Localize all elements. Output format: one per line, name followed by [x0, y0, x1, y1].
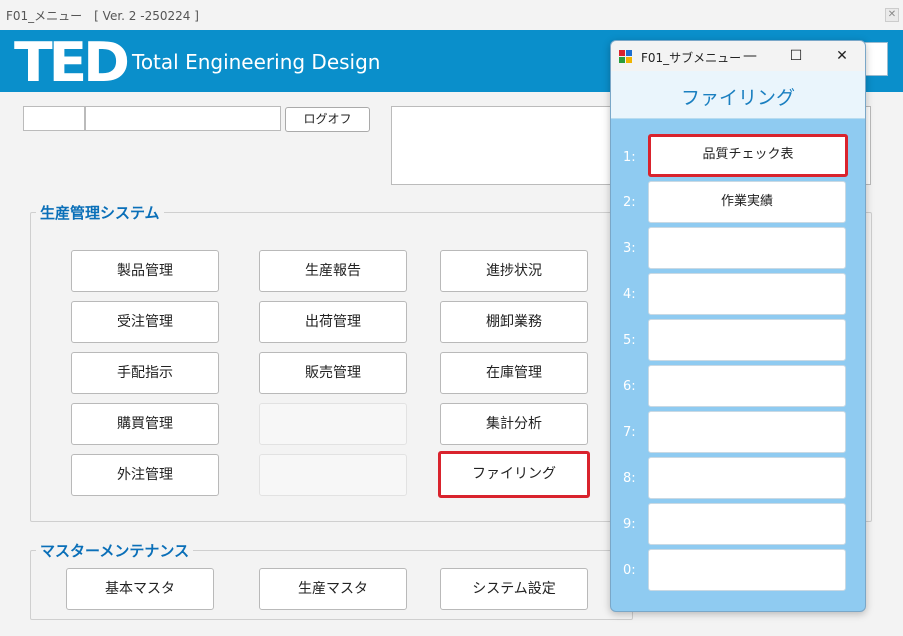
production-group-label: 生産管理システム: [36, 202, 164, 223]
row-number: 6:: [623, 379, 636, 394]
submenu-empty-button-7[interactable]: [648, 411, 846, 453]
submenu-heading: ファイリング: [680, 87, 795, 109]
app-icon: [619, 50, 632, 63]
submenu-empty-button-9[interactable]: [648, 503, 846, 545]
row-number: 2:: [623, 195, 636, 210]
brand-tagline: Total Engineering Design: [132, 50, 381, 74]
aggregate-analysis-button[interactable]: 集計分析: [440, 403, 588, 445]
close-icon[interactable]: ✕: [885, 8, 899, 22]
submenu-titlebar: F01_サブメニュー — ☐ ✕: [611, 41, 865, 71]
submenu-empty-button-8[interactable]: [648, 457, 846, 499]
shipping-management-button[interactable]: 出荷管理: [259, 301, 407, 343]
inventory-count-button[interactable]: 棚卸業務: [440, 301, 588, 343]
user-code-field[interactable]: [23, 106, 85, 131]
minimize-icon[interactable]: —: [739, 46, 761, 66]
submenu-empty-button-6[interactable]: [648, 365, 846, 407]
row-number: 0:: [623, 563, 636, 578]
production-master-button[interactable]: 生産マスタ: [259, 568, 407, 610]
sales-management-button[interactable]: 販売管理: [259, 352, 407, 394]
row-number: 8:: [623, 471, 636, 486]
stock-management-button[interactable]: 在庫管理: [440, 352, 588, 394]
system-settings-button[interactable]: システム設定: [440, 568, 588, 610]
close-icon[interactable]: ✕: [831, 46, 853, 66]
window-title: F01_メニュー [ Ver. 2 -250224 ]: [6, 9, 199, 23]
user-name-field[interactable]: [85, 106, 281, 131]
logoff-button[interactable]: ログオフ: [285, 107, 370, 132]
progress-status-button[interactable]: 進捗状況: [440, 250, 588, 292]
row-number: 5:: [623, 333, 636, 348]
master-group-label: マスターメンテナンス: [36, 540, 194, 561]
submenu-header: ファイリング: [611, 71, 865, 119]
row-number: 1:: [623, 150, 636, 165]
filing-button[interactable]: ファイリング: [438, 451, 590, 498]
submenu-empty-button-3[interactable]: [648, 227, 846, 269]
empty-button-slot: [259, 403, 407, 445]
quality-check-sheet-button[interactable]: 品質チェック表: [648, 134, 848, 177]
window-titlebar: F01_メニュー [ Ver. 2 -250224 ] ✕: [0, 0, 903, 30]
work-results-button[interactable]: 作業実績: [648, 181, 846, 223]
submenu-empty-button-0[interactable]: [648, 549, 846, 591]
maximize-icon[interactable]: ☐: [785, 46, 807, 66]
production-report-button[interactable]: 生産報告: [259, 250, 407, 292]
arrangement-instruction-button[interactable]: 手配指示: [71, 352, 219, 394]
order-management-button[interactable]: 受注管理: [71, 301, 219, 343]
submenu-title: F01_サブメニュー: [641, 51, 742, 65]
submenu-empty-button-4[interactable]: [648, 273, 846, 315]
ted-logo: TED: [14, 31, 130, 94]
submenu-empty-button-5[interactable]: [648, 319, 846, 361]
basic-master-button[interactable]: 基本マスタ: [66, 568, 214, 610]
row-number: 7:: [623, 425, 636, 440]
row-number: 3:: [623, 241, 636, 256]
row-number: 4:: [623, 287, 636, 302]
outsourcing-management-button[interactable]: 外注管理: [71, 454, 219, 496]
purchase-management-button[interactable]: 購買管理: [71, 403, 219, 445]
submenu-window: F01_サブメニュー — ☐ ✕ ファイリング 1: 品質チェック表 2: 作業…: [610, 40, 866, 612]
row-number: 9:: [623, 517, 636, 532]
product-management-button[interactable]: 製品管理: [71, 250, 219, 292]
empty-button-slot: [259, 454, 407, 496]
